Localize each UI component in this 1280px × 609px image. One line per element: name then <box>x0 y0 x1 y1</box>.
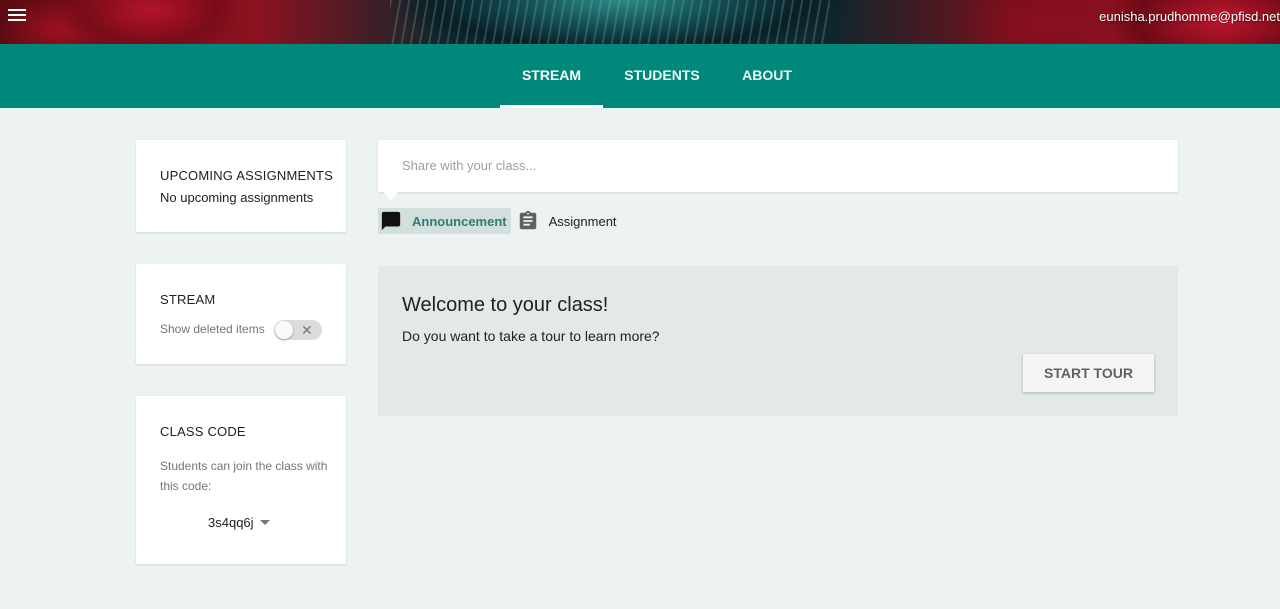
announcement-label: Announcement <box>412 213 507 229</box>
user-email[interactable]: eunisha.prudhomme@pfisd.net <box>1099 9 1280 24</box>
share-placeholder: Share with your class... <box>402 158 537 173</box>
start-tour-button[interactable]: START TOUR <box>1023 354 1154 392</box>
stream-settings-title: STREAM <box>160 292 216 307</box>
close-icon: ✕ <box>301 322 313 338</box>
class-code-dropdown[interactable]: 3s4qq6j <box>208 515 270 530</box>
post-type-selector: Announcement Assignment <box>378 208 621 234</box>
upcoming-assignments-card: UPCOMING ASSIGNMENTS No upcoming assignm… <box>136 140 346 232</box>
upcoming-assignments-title: UPCOMING ASSIGNMENTS <box>160 168 334 183</box>
show-deleted-toggle[interactable]: ✕ <box>274 320 322 340</box>
toggle-knob <box>275 321 293 339</box>
assignment-label: Assignment <box>548 213 617 229</box>
class-code-value: 3s4qq6j <box>208 515 254 530</box>
banner-image <box>390 0 830 44</box>
class-code-title: CLASS CODE <box>160 424 246 439</box>
tab-stream[interactable]: STREAM <box>500 44 603 108</box>
assignment-icon <box>517 210 539 232</box>
welcome-question: Do you want to take a tour to learn more… <box>402 328 660 344</box>
welcome-panel: Welcome to your class! Do you want to ta… <box>378 266 1178 416</box>
tab-about[interactable]: ABOUT <box>736 44 798 108</box>
tab-students[interactable]: STUDENTS <box>618 44 706 108</box>
share-pointer <box>383 191 399 201</box>
welcome-title: Welcome to your class! <box>402 294 609 316</box>
stream-settings-card: STREAM Show deleted items ✕ <box>136 264 346 364</box>
show-deleted-label: Show deleted items <box>160 322 265 336</box>
class-banner: eunisha.prudhomme@pfisd.net <box>0 0 1280 44</box>
announcement-icon <box>380 210 402 232</box>
upcoming-assignments-empty: No upcoming assignments <box>160 190 314 205</box>
announcement-button[interactable]: Announcement <box>378 208 511 234</box>
assignment-button[interactable]: Assignment <box>515 208 621 234</box>
share-input[interactable]: Share with your class... <box>378 140 1178 192</box>
class-code-card: CLASS CODE Students can join the class w… <box>136 396 346 564</box>
tab-bar: STREAM STUDENTS ABOUT <box>0 44 1280 108</box>
menu-icon[interactable] <box>8 6 28 26</box>
class-code-description: Students can join the class with this co… <box>160 459 328 493</box>
chevron-down-icon <box>259 520 270 525</box>
